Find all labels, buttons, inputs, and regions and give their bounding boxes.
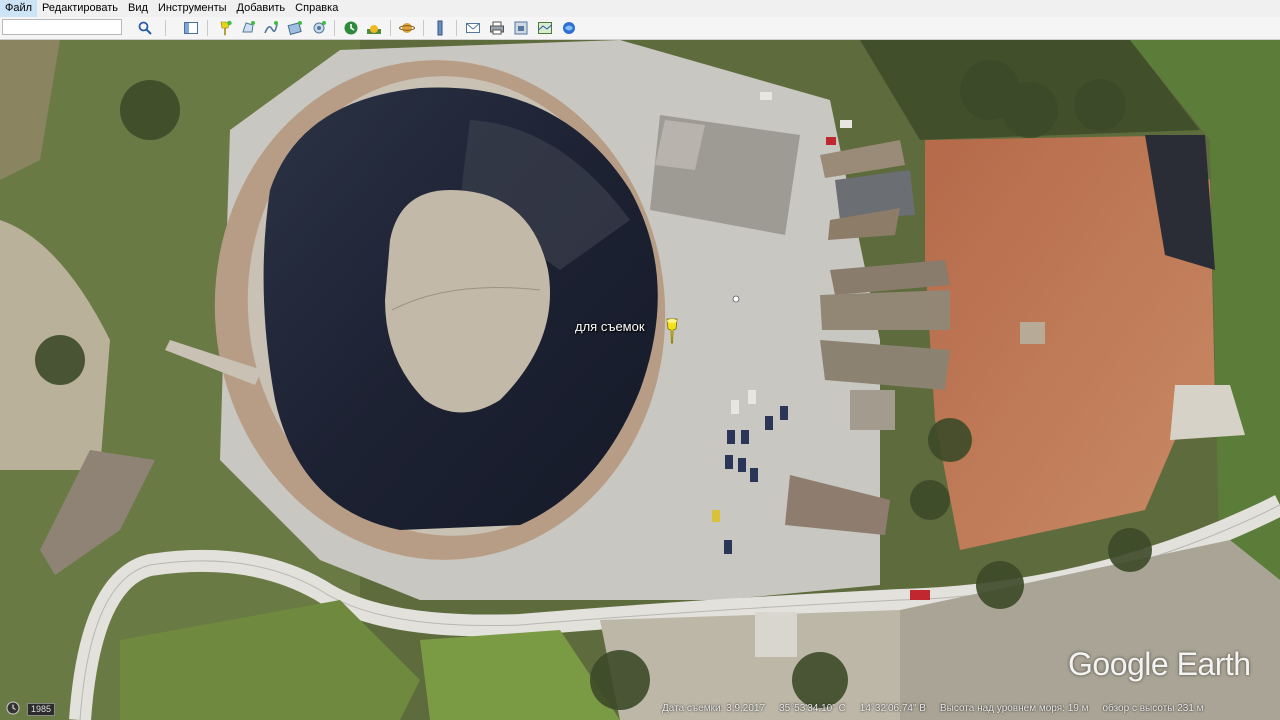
placemark-icon[interactable] [215, 18, 235, 37]
placemark-pin-icon[interactable] [664, 318, 680, 344]
history-year-badge[interactable]: 1985 [27, 703, 56, 716]
menu-edit[interactable]: Редактировать [37, 0, 123, 17]
save-image-icon[interactable] [511, 18, 531, 37]
menu-file[interactable]: Файл [0, 0, 38, 17]
latitude: 35°53'34.10" С [779, 703, 846, 714]
status-bar: Дата съемки: 3.9.2017 35°53'34.10" С 14°… [662, 703, 1218, 718]
menu-add[interactable]: Добавить [232, 0, 291, 17]
polygon-icon[interactable] [238, 18, 258, 37]
planets-icon[interactable] [397, 18, 417, 37]
satellite-imagery [0, 40, 1280, 720]
maps-icon[interactable] [535, 18, 555, 37]
sidebar-icon[interactable] [181, 18, 201, 37]
map-view[interactable]: для съемок Google Earth 1985 [0, 40, 1280, 720]
mouse-cursor-icon [732, 290, 740, 303]
historical-imagery-icon[interactable] [341, 18, 361, 37]
search-input[interactable] [2, 19, 122, 35]
elevation: Высота над уровнем моря: 19 м [939, 703, 1089, 714]
overlay-icon[interactable] [285, 18, 305, 37]
historical-imagery-clock-icon[interactable] [4, 700, 22, 716]
longitude: 14°32'06.74" В [859, 703, 926, 714]
imagery-date: Дата съемки: 3.9.2017 [662, 703, 766, 714]
menu-help[interactable]: Справка [290, 0, 343, 17]
toolbar [0, 17, 1280, 40]
placemark-label[interactable]: для съемок [575, 319, 645, 334]
eye-altitude: обзор с высоты 231 м [1102, 703, 1204, 714]
menu-tools[interactable]: Инструменты [153, 0, 232, 17]
tour-icon[interactable] [309, 18, 329, 37]
print-icon[interactable] [487, 18, 507, 37]
google-earth-logo: Google Earth [1068, 646, 1251, 682]
gallery-icon[interactable] [559, 18, 579, 37]
search-icon[interactable] [135, 18, 155, 37]
menu-view[interactable]: Вид [123, 0, 153, 17]
email-icon[interactable] [463, 18, 483, 37]
menu-bar: Файл Редактировать Вид Инструменты Добав… [0, 0, 1280, 18]
path-icon[interactable] [261, 18, 281, 37]
ruler-icon[interactable] [430, 18, 450, 37]
sun-icon[interactable] [364, 18, 384, 37]
